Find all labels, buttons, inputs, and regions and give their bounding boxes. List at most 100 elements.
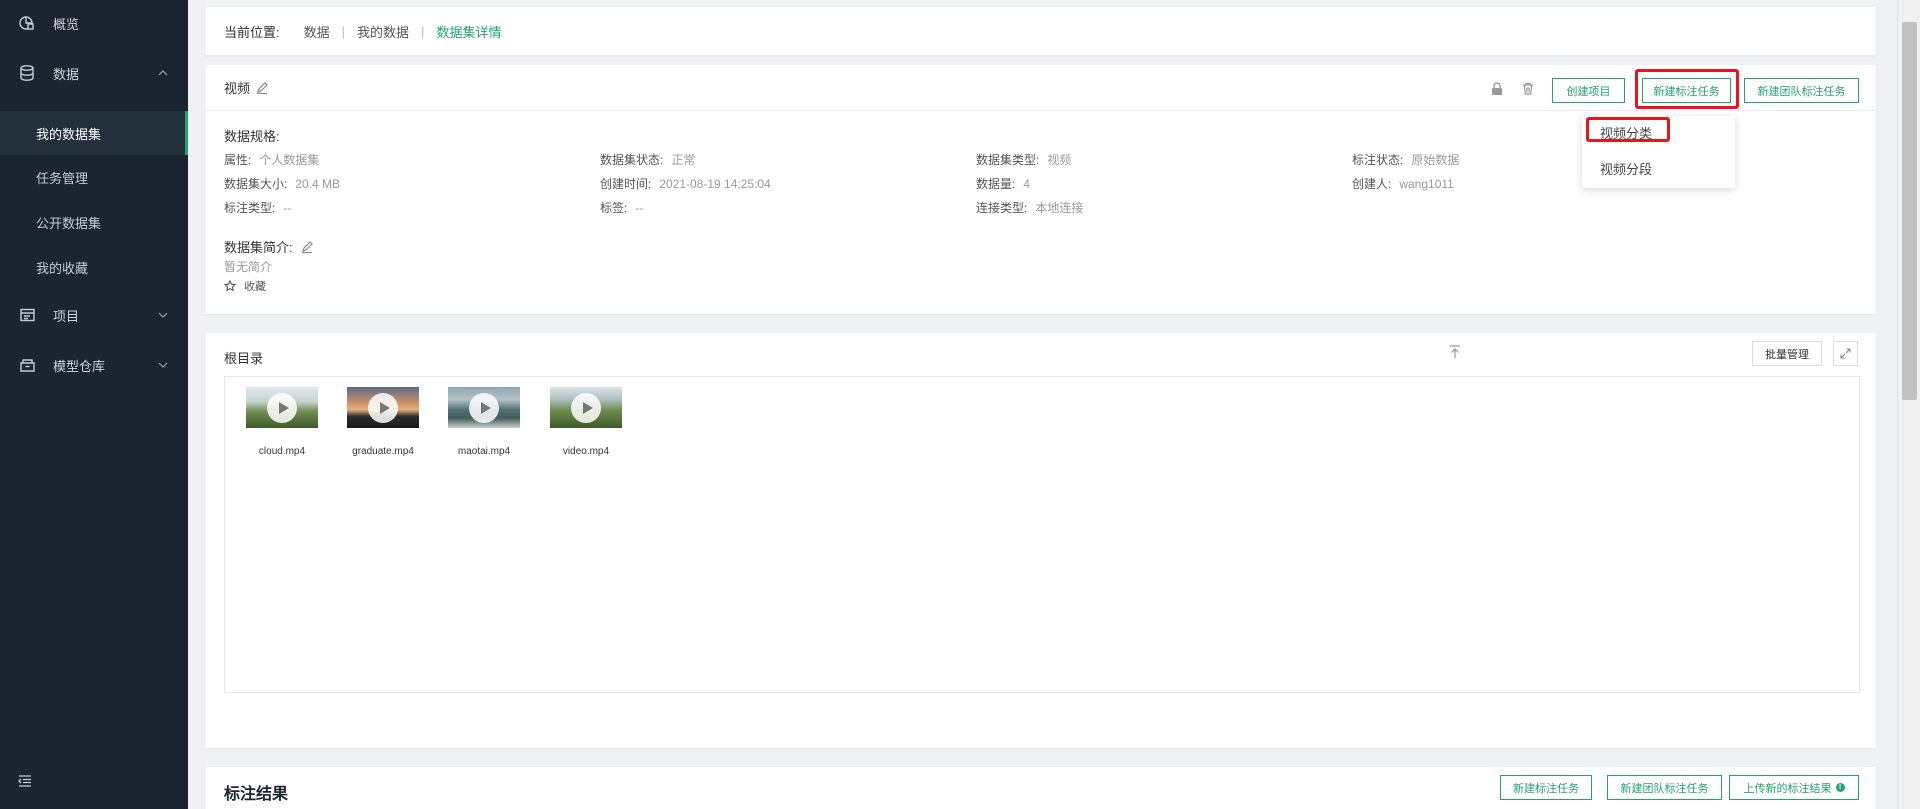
field-value: 2021-08-19 14:25:04: [659, 177, 771, 191]
field-dataset-status: 数据集状态: 正常: [600, 151, 695, 168]
file-name: video.mp4: [562, 446, 610, 457]
breadcrumb-separator: |: [341, 23, 346, 39]
results-new-label-task-button[interactable]: 新建标注任务: [1500, 775, 1592, 800]
nav-label: 概览: [53, 16, 80, 32]
intro-title-label: 数据集简介:: [224, 240, 293, 255]
field-created-time: 创建时间: 2021-08-19 14:25:04: [600, 175, 771, 192]
create-project-button[interactable]: 创建项目: [1552, 78, 1625, 103]
field-key: 数据集状态:: [600, 153, 664, 167]
edit-intro-icon[interactable]: [301, 240, 313, 253]
field-value: --: [283, 201, 292, 215]
star-icon: [224, 280, 236, 292]
sub-item-label: 我的数据集: [36, 126, 102, 142]
sidebar-item-my-favorites[interactable]: 我的收藏: [0, 245, 188, 289]
play-icon: [368, 392, 398, 423]
file-list-area: cloud.mp4 graduate.mp4 maotai.mp4 video.…: [224, 376, 1860, 693]
field-key: 创建人:: [1352, 177, 1392, 191]
breadcrumb: 当前位置: 数据 | 我的数据 | 数据集详情: [205, 7, 1876, 55]
file-item[interactable]: cloud.mp4: [245, 387, 319, 457]
fullscreen-button[interactable]: [1833, 341, 1858, 366]
chevron-down-icon: [158, 310, 168, 320]
favorite-label: 收藏: [244, 281, 266, 293]
field-key: 数据量:: [976, 177, 1016, 191]
upload-label-results-button[interactable]: 上传新的标注结果 !: [1729, 775, 1859, 800]
file-name: maotai.mp4: [457, 446, 511, 457]
upload-top-icon[interactable]: [1448, 345, 1462, 359]
nav-label: 数据: [53, 66, 80, 82]
chevron-up-icon: [158, 68, 168, 78]
sub-item-label: 公开数据集: [36, 215, 102, 231]
results-new-team-label-task-button[interactable]: 新建团队标注任务: [1607, 775, 1722, 800]
model-repo-icon: [19, 357, 35, 373]
play-icon: [469, 392, 499, 423]
sidebar-item-task-management[interactable]: 任务管理: [0, 155, 188, 199]
intro-title: 数据集简介:: [224, 237, 313, 256]
sub-item-label: 任务管理: [36, 170, 89, 186]
field-key: 标注状态:: [1352, 153, 1404, 167]
field-value: 视频: [1047, 153, 1072, 167]
intro-text: 暂无简介: [224, 260, 273, 274]
page-scrollbar[interactable]: [1897, 0, 1920, 809]
scrollbar-thumb[interactable]: [1902, 22, 1917, 400]
highlight-box: [1586, 117, 1670, 142]
field-key: 标注类型:: [224, 201, 276, 215]
field-dataset-type: 数据集类型: 视频: [976, 151, 1071, 168]
nav-item-model-repo[interactable]: 模型仓库: [0, 345, 188, 385]
field-value: 原始数据: [1411, 153, 1460, 167]
upload-results-label: 上传新的标注结果: [1743, 782, 1832, 795]
field-key: 属性:: [224, 153, 252, 167]
sidebar-item-my-datasets[interactable]: 我的数据集: [0, 111, 188, 155]
field-key: 创建时间:: [600, 177, 652, 191]
expand-icon: [1840, 348, 1851, 359]
dataset-title: 视频: [224, 81, 251, 96]
results-title: 标注结果: [224, 786, 289, 803]
field-key: 连接类型:: [976, 201, 1028, 215]
collapse-menu-icon[interactable]: [18, 775, 34, 789]
batch-manage-button[interactable]: 批量管理: [1752, 341, 1822, 366]
play-icon: [267, 392, 297, 423]
field-key: 数据集类型:: [976, 153, 1040, 167]
field-value: 20.4 MB: [295, 177, 341, 191]
nav-item-data[interactable]: 数据: [0, 53, 188, 93]
file-name: graduate.mp4: [352, 446, 414, 457]
database-icon: [19, 65, 35, 81]
field-dataset-size: 数据集大小: 20.4 MB: [224, 175, 340, 192]
highlight-box: [1635, 69, 1739, 109]
edit-title-icon[interactable]: [256, 81, 268, 94]
nav-label: 项目: [53, 308, 80, 324]
sidebar: 概览 数据 我的数据集 任务管理 公开数据集 我的收藏 项目 模型仓库: [0, 0, 188, 809]
sub-item-label: 我的收藏: [36, 260, 89, 276]
video-thumbnail: [550, 387, 622, 428]
breadcrumb-item-my-data[interactable]: 我的数据: [357, 22, 409, 41]
dropdown-item-video-segmentation[interactable]: 视频分段: [1600, 159, 1652, 178]
dataset-detail-card: 视频 创建项目 新建标注任务 新建团队标注任务 数据规格: 属性: 个人数据集 数…: [205, 65, 1876, 314]
field-label-type: 标注类型: --: [224, 199, 291, 216]
field-creator: 创建人: wang1011: [1352, 175, 1454, 192]
favorite-button[interactable]: 收藏: [224, 278, 266, 294]
field-key: 数据集大小:: [224, 177, 288, 191]
sidebar-item-public-datasets[interactable]: 公开数据集: [0, 200, 188, 244]
field-value: 4: [1023, 177, 1031, 191]
new-team-label-task-button[interactable]: 新建团队标注任务: [1744, 78, 1859, 103]
video-thumbnail: [347, 387, 419, 428]
lock-icon[interactable]: [1490, 81, 1504, 95]
file-item[interactable]: maotai.mp4: [447, 387, 521, 457]
breadcrumb-item-current: 数据集详情: [436, 24, 502, 40]
trash-icon[interactable]: [1521, 81, 1535, 95]
field-key: 标签:: [600, 201, 628, 215]
field-value: --: [635, 201, 644, 215]
spec-title: 数据规格:: [224, 129, 280, 144]
video-thumbnail: [246, 387, 318, 428]
field-value: 本地连接: [1035, 201, 1084, 215]
nav-item-overview[interactable]: 概览: [0, 3, 188, 43]
breadcrumb-label: 当前位置:: [224, 24, 280, 40]
nav-item-projects[interactable]: 项目: [0, 295, 188, 335]
field-attribute: 属性: 个人数据集: [224, 151, 319, 168]
field-value: 正常: [671, 153, 696, 167]
file-name: cloud.mp4: [258, 446, 306, 457]
file-item[interactable]: video.mp4: [549, 387, 623, 457]
file-item[interactable]: graduate.mp4: [346, 387, 420, 457]
breadcrumb-item-data[interactable]: 数据: [304, 22, 330, 41]
label-task-dropdown: 视频分类 视频分段: [1582, 116, 1735, 188]
chevron-down-icon: [158, 360, 168, 370]
